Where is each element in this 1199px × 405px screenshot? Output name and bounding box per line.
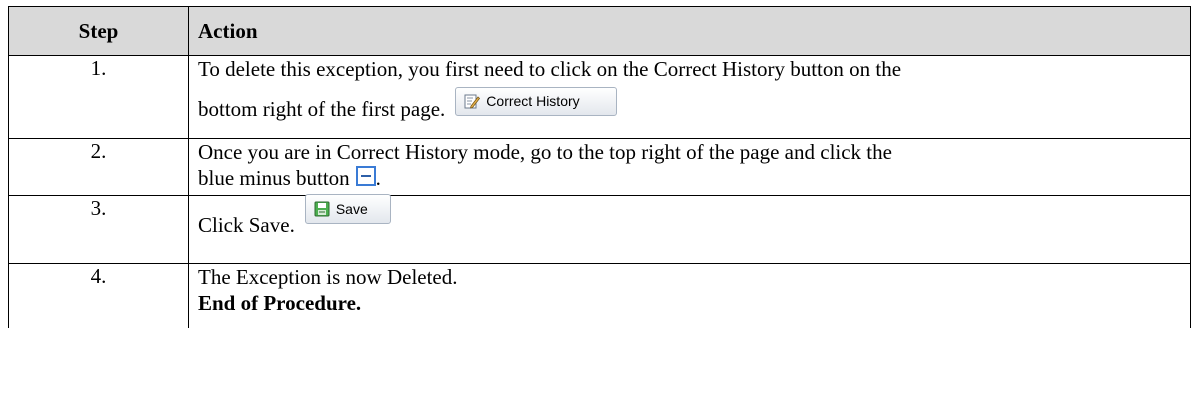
- step-column-header: Step: [8, 6, 189, 56]
- action-cell: Once you are in Correct History mode, go…: [188, 138, 1191, 196]
- action-cell: The Exception is now Deleted. End of Pro…: [188, 263, 1191, 328]
- save-icon: [314, 201, 330, 217]
- end-of-procedure: End of Procedure.: [198, 291, 362, 315]
- step-number: 2.: [8, 138, 189, 196]
- table-row: 1. To delete this exception, you first n…: [8, 55, 1191, 139]
- table-row: 4. The Exception is now Deleted. End of …: [8, 263, 1191, 328]
- action-cell: To delete this exception, you first need…: [188, 55, 1191, 139]
- action-cell: Click Save. Save: [188, 194, 1191, 264]
- save-label: Save: [335, 201, 368, 218]
- action-text-period: .: [375, 166, 381, 190]
- action-text: bottom right of the first page.: [198, 97, 446, 121]
- action-column-header: Action: [188, 6, 1191, 56]
- action-text-line2: Click Save. Save: [198, 194, 1181, 242]
- correct-history-label: Correct History: [486, 92, 580, 109]
- step-number: 3.: [8, 195, 189, 264]
- save-button[interactable]: Save: [304, 194, 391, 225]
- procedure-table: Step Action 1. To delete this exception,…: [8, 6, 1191, 328]
- action-text: The Exception is now Deleted.: [198, 265, 458, 289]
- edit-icon: [464, 94, 481, 109]
- action-text: blue minus button: [198, 166, 350, 190]
- action-text-line2: bottom right of the first page. Correct H…: [198, 86, 1181, 126]
- action-text: Click Save.: [198, 213, 295, 237]
- step-number: 4.: [8, 263, 189, 328]
- action-text: Once you are in Correct History mode, go…: [198, 140, 892, 164]
- header-row: Step Action: [8, 6, 1191, 56]
- table-row: 2. Once you are in Correct History mode,…: [8, 138, 1191, 196]
- minus-icon[interactable]: [355, 166, 376, 186]
- table-row: 3. Click Save. Save: [8, 194, 1191, 264]
- step-number: 1.: [8, 55, 189, 139]
- action-text: To delete this exception, you first need…: [198, 57, 902, 81]
- correct-history-button[interactable]: Correct History: [455, 86, 618, 116]
